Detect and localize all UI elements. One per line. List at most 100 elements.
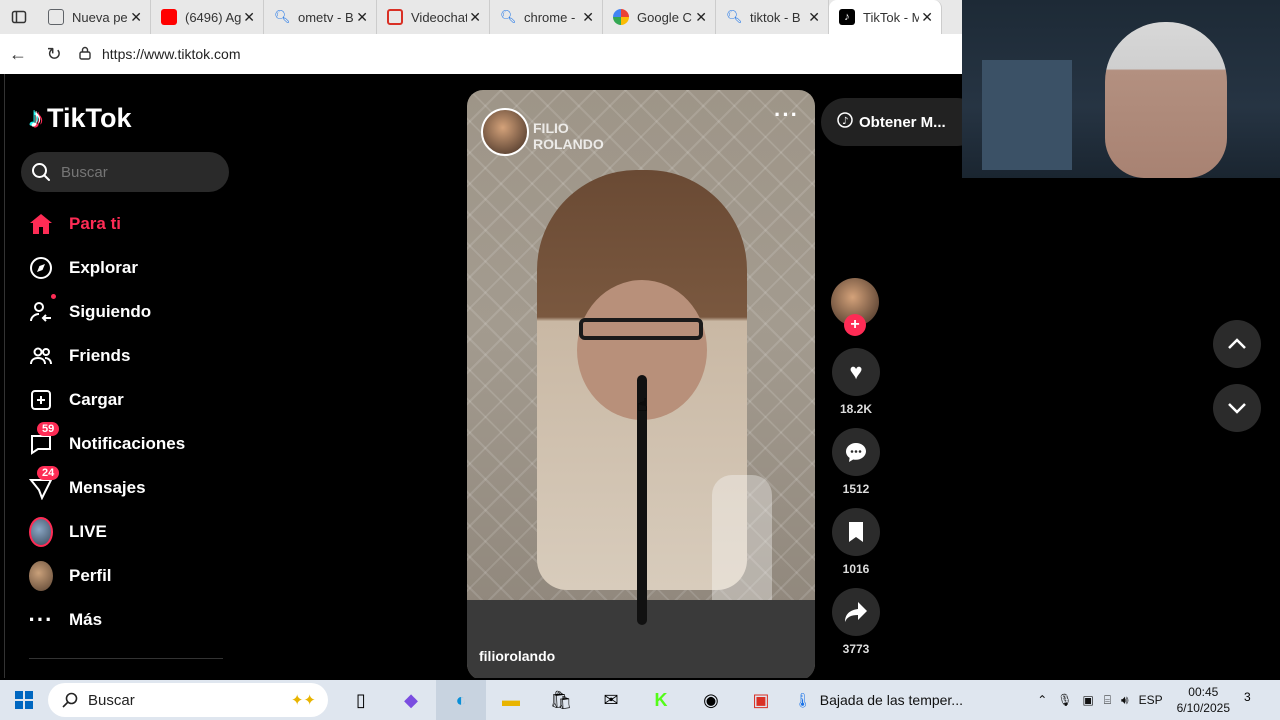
address-bar: ← ↻ https://www.tiktok.com — [0, 34, 962, 74]
back-icon[interactable]: ← — [0, 36, 36, 72]
task-view-icon[interactable]: ▯ — [336, 680, 386, 720]
notification-center-icon[interactable]: 3 — [1244, 690, 1268, 710]
close-tab-icon[interactable]: ✕ — [356, 9, 368, 26]
obs-icon[interactable]: ◉ — [686, 680, 736, 720]
sidebar-item-friends[interactable]: Friends — [21, 334, 241, 378]
sidebar-item-mas[interactable]: ··· Más — [21, 598, 241, 642]
more-icon: ··· — [28, 607, 54, 632]
taskbar-search-label: Buscar — [88, 691, 135, 709]
profile-avatar — [29, 561, 53, 591]
video-player[interactable]: FILIO ROLANDO ··· filiorolando ☝ — [467, 90, 815, 678]
system-tray: ⌃ 🎙︎ ▣ ⌸ 🔊︎ ESP 00:45 6/10/2025 — [1027, 680, 1230, 720]
file-explorer-icon[interactable]: ▬ — [486, 680, 536, 720]
following-icon — [29, 300, 53, 324]
search-input[interactable] — [61, 163, 211, 181]
follow-plus-icon[interactable]: + — [844, 314, 866, 336]
language-indicator[interactable]: ESP — [1139, 693, 1163, 707]
share-icon[interactable] — [832, 588, 880, 636]
sidebar-item-label: Siguiendo — [69, 302, 152, 321]
previous-video-button[interactable] — [1213, 320, 1261, 368]
save-count: 1016 — [842, 562, 870, 576]
video-username[interactable]: filiorolando — [479, 648, 555, 664]
camera-icon[interactable]: ▣ — [1082, 693, 1093, 707]
browser-tab[interactable]: 🔍︎ ometv - B ✕ — [264, 0, 377, 34]
comment-count: 1512 — [842, 482, 870, 496]
tiktok-icon: ♪ — [839, 9, 855, 25]
chevron-up-icon — [1228, 338, 1246, 349]
store-icon[interactable]: 🛍︎ — [536, 680, 586, 720]
next-video-button[interactable] — [1213, 384, 1261, 432]
tiktok-logo[interactable]: ♪ TikTok — [29, 102, 132, 134]
video-actions: + ♥ 18.2K 1512 1016 3773 — [831, 278, 881, 668]
browser-tab[interactable]: 🔍︎ tiktok - B ✕ — [716, 0, 829, 34]
webcam-window-background — [982, 60, 1072, 170]
sidebar-item-cargar[interactable]: Cargar — [21, 378, 241, 422]
video-app-icon[interactable]: ▣ — [736, 680, 786, 720]
copilot-icon[interactable]: ◆ — [386, 680, 436, 720]
close-tab-icon[interactable]: ✕ — [469, 9, 481, 26]
sidebar-item-mensajes[interactable]: 24 Mensajes — [21, 466, 241, 510]
news-headline: Bajada de las temper... — [819, 692, 963, 708]
sidebar-item-live[interactable]: LIVE — [21, 510, 241, 554]
webcam-person — [1105, 22, 1227, 178]
clock-date: 6/10/2025 — [1176, 701, 1230, 715]
browser-tab[interactable]: Videochat ✕ — [377, 0, 490, 34]
share-count: 3773 — [842, 642, 870, 656]
search-icon: 🔍︎ — [726, 9, 743, 24]
svg-text:♪: ♪ — [842, 116, 848, 127]
bookmark-icon[interactable] — [832, 508, 880, 556]
chevron-down-icon — [1228, 403, 1246, 414]
reload-icon[interactable]: ↻ — [36, 36, 72, 72]
close-tab-icon[interactable]: ✕ — [695, 9, 707, 26]
close-tab-icon[interactable]: ✕ — [130, 9, 142, 26]
browser-tab[interactable]: Google C ✕ — [603, 0, 716, 34]
search-icon — [32, 163, 50, 181]
heart-icon[interactable]: ♥ — [832, 348, 880, 396]
close-tab-icon[interactable]: ✕ — [582, 9, 594, 26]
sidebar-item-explorar[interactable]: Explorar — [21, 246, 241, 290]
clock[interactable]: 00:45 6/10/2025 — [1177, 684, 1230, 716]
messages-badge: 24 — [37, 466, 60, 480]
edge-icon[interactable]: ◐ — [436, 680, 486, 720]
taskbar-search[interactable]: Buscar ✦✦ — [48, 683, 328, 717]
sidebar-item-para-ti[interactable]: Para ti — [21, 202, 241, 246]
windows-taskbar: Buscar ✦✦ ▯ ◆ ◐ ▬ 🛍︎ ✉ K ◉ ▣ 🌡︎ Bajada d… — [0, 680, 1280, 720]
new-indicator — [51, 294, 56, 299]
close-tab-icon[interactable]: ✕ — [243, 9, 255, 26]
live-avatar — [29, 517, 53, 547]
url-field[interactable]: https://www.tiktok.com — [78, 46, 240, 63]
close-tab-icon[interactable]: ✕ — [921, 9, 933, 26]
browser-tab[interactable]: (6496) Ag ✕ — [151, 0, 264, 34]
browser-tab[interactable]: 🔍︎ chrome - ✕ — [490, 0, 603, 34]
microphone-icon[interactable]: 🎙︎ — [1057, 693, 1072, 707]
network-icon[interactable]: ⌸ — [1104, 693, 1111, 708]
creator-avatar[interactable]: + — [831, 278, 879, 336]
news-widget[interactable]: 🌡︎ Bajada de las temper... — [794, 692, 974, 709]
browser-tab[interactable]: Nueva pe ✕ — [38, 0, 151, 34]
profile-avatar-wrap — [29, 561, 53, 591]
tray-expand-icon[interactable]: ⌃ — [1037, 693, 1047, 707]
like-count: 18.2K — [839, 402, 873, 416]
sidebar-item-perfil[interactable]: Perfil — [21, 554, 241, 598]
search-box[interactable] — [21, 152, 229, 192]
mail-icon[interactable]: ✉ — [586, 680, 636, 720]
sidebar-item-notificaciones[interactable]: 59 Notificaciones — [21, 422, 241, 466]
clock-time: 00:45 — [1188, 685, 1219, 699]
windows-start-icon[interactable] — [0, 680, 48, 720]
sidebar-item-label: Cargar — [69, 390, 124, 409]
like-action: ♥ 18.2K — [831, 348, 881, 416]
browser-tab-active[interactable]: ♪ TikTok - M ✕ — [829, 0, 942, 34]
video-glasses — [579, 318, 703, 340]
close-tab-icon[interactable]: ✕ — [808, 9, 820, 26]
comment-icon[interactable] — [832, 428, 880, 476]
get-app-button[interactable]: ♪ Obtener M... — [821, 98, 981, 146]
site-info-icon[interactable] — [78, 46, 92, 63]
tab-actions-icon[interactable] — [0, 0, 38, 34]
kick-icon[interactable]: K — [636, 680, 686, 720]
share-action: 3773 — [831, 588, 881, 656]
more-options-icon[interactable]: ··· — [774, 102, 799, 128]
tiktok-app-icon: ♪ — [837, 112, 853, 132]
volume-icon[interactable]: 🔊︎ — [1121, 693, 1129, 708]
sidebar-item-siguiendo[interactable]: Siguiendo — [21, 290, 241, 334]
sidebar-item-label: Mensajes — [69, 478, 146, 497]
